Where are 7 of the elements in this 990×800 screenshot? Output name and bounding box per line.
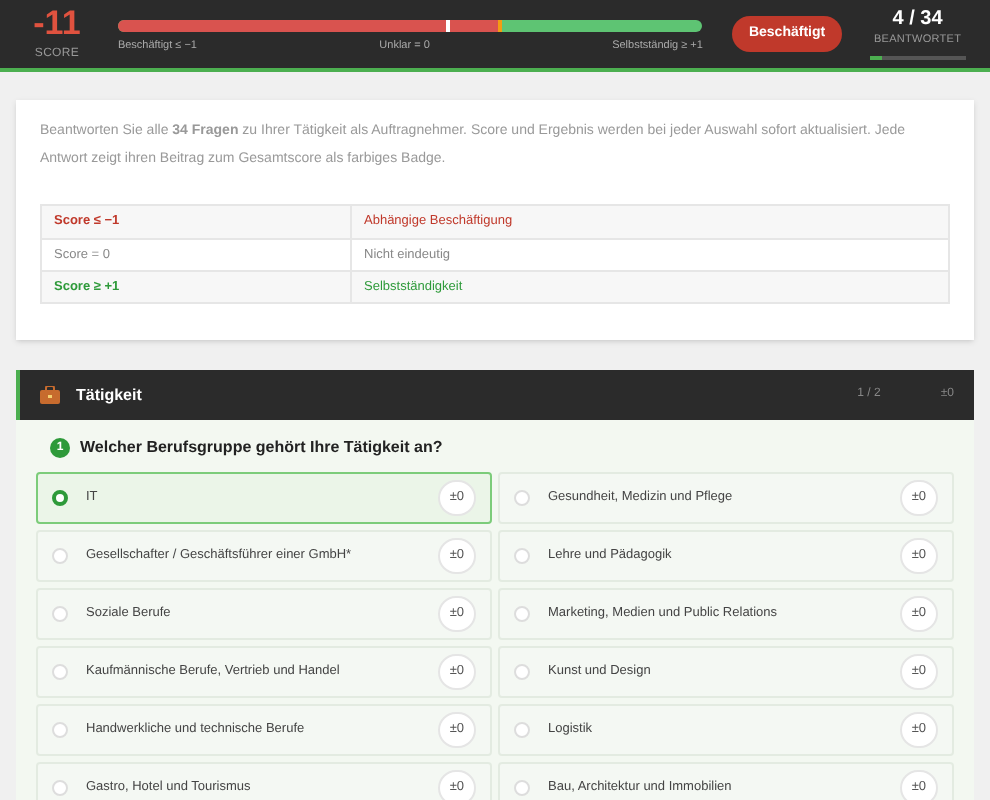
section-title: Tätigkeit	[76, 383, 142, 407]
progress-bar	[869, 55, 966, 60]
briefcase-icon	[40, 386, 60, 404]
question-text: Welcher Berufsgruppe gehört Ihre Tätigkeit an?	[80, 436, 443, 460]
score-value: -11	[33, 5, 81, 41]
radio-button[interactable]	[52, 490, 68, 506]
answered-count: 4 / 34	[892, 8, 943, 31]
